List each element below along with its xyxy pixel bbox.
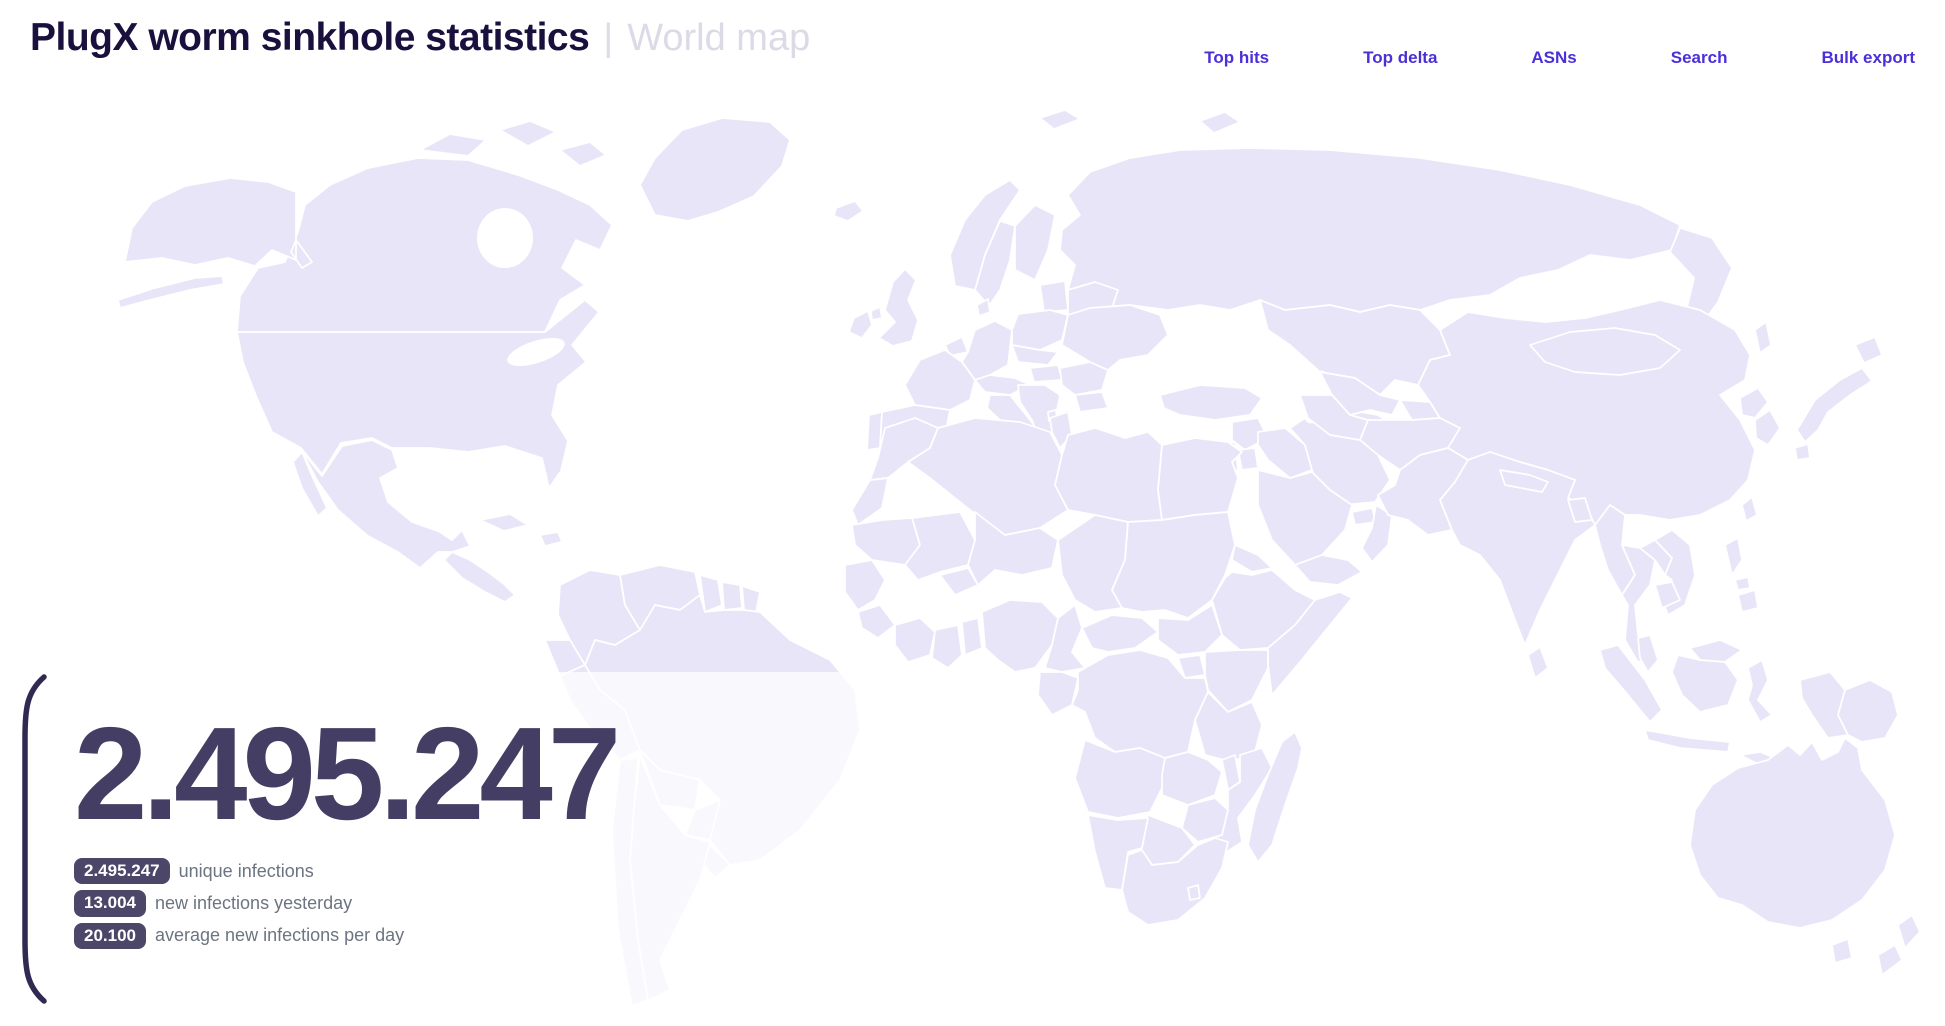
stat-value-badge: 13.004 [74,890,146,916]
stats-badge-rows: 2.495.247 unique infections 13.004 new i… [74,858,404,949]
country-senegal[interactable] [845,560,885,610]
nav-search[interactable]: Search [1671,48,1728,68]
country-novaya-zemlya[interactable] [1200,112,1240,133]
country-papua-new-guinea[interactable] [1838,680,1898,742]
title-row: PlugX worm sinkhole statistics | World m… [30,16,810,60]
nav-top-delta[interactable]: Top delta [1363,48,1437,68]
country-western-sahara[interactable] [852,478,888,525]
country-ireland[interactable] [849,311,872,338]
country-central-america[interactable] [444,552,515,602]
country-philippines[interactable] [1725,538,1758,612]
country-gabon-congo[interactable] [1038,672,1078,715]
black-sea [1159,346,1251,380]
country-lesotho[interactable] [1188,885,1200,900]
hudson-bay [477,208,533,268]
country-zimbabwe[interactable] [1182,798,1228,842]
country-finland[interactable] [1015,205,1055,280]
country-ukraine[interactable] [1062,305,1168,370]
stat-value-badge: 2.495.247 [74,858,170,884]
country-denmark[interactable] [977,299,990,316]
country-hungary[interactable] [1030,365,1062,382]
country-eritrea[interactable] [1232,545,1272,572]
nav-top-hits[interactable]: Top hits [1204,48,1269,68]
country-svalbard[interactable] [1040,110,1080,129]
header: PlugX worm sinkhole statistics | World m… [0,0,1945,86]
stat-label: new infections yesterday [155,893,352,914]
stat-label: average new infections per day [155,925,404,946]
country-iceland[interactable] [834,201,863,221]
country-poland[interactable] [1012,310,1068,350]
nav-asns[interactable]: ASNs [1531,48,1576,68]
country-ghana[interactable] [932,625,962,668]
main-nav: Top hits Top delta ASNs Search Bulk expo… [1204,48,1915,68]
country-angola[interactable] [1075,740,1165,818]
stat-row-unique-infections: 2.495.247 unique infections [74,858,404,884]
stat-row-average-per-day: 20.100 average new infections per day [74,923,404,949]
country-sierra-leone-liberia[interactable] [858,605,895,638]
country-south-korea[interactable] [1755,410,1780,445]
country-tasmania[interactable] [1832,939,1852,963]
page-subtitle: World map [627,17,810,60]
country-french-guiana[interactable] [742,586,760,612]
page-title: PlugX worm sinkhole statistics [30,16,589,60]
nav-bulk-export[interactable]: Bulk export [1821,48,1915,68]
country-turkey[interactable] [1160,385,1262,420]
country-zambia[interactable] [1162,752,1222,805]
stats-brace [20,672,50,1006]
country-hispaniola[interactable] [540,532,562,546]
country-taiwan[interactable] [1742,497,1757,521]
country-cote-divoire[interactable] [895,618,935,662]
stat-row-new-yesterday: 13.004 new infections yesterday [74,890,404,916]
country-cuba[interactable] [480,514,528,531]
country-central-african-republic[interactable] [1082,615,1158,652]
country-baltics[interactable] [1040,281,1068,312]
country-australia[interactable] [1690,738,1895,928]
country-libya[interactable] [1055,428,1162,522]
country-new-zealand[interactable] [1878,915,1920,975]
country-egypt[interactable] [1158,438,1242,520]
stat-label: unique infections [179,861,314,882]
stat-value-badge: 20.100 [74,923,146,949]
country-sakhalin[interactable] [1755,322,1771,353]
country-togo-benin[interactable] [962,618,982,655]
country-sri-lanka[interactable] [1528,647,1548,678]
country-japan[interactable] [1795,337,1882,460]
total-infections-number: 2.495.247 [74,708,616,840]
country-suriname[interactable] [722,582,742,610]
country-bulgaria[interactable] [1075,392,1108,412]
title-separator: | [603,17,613,60]
country-united-kingdom[interactable] [871,269,918,346]
country-greenland[interactable] [640,118,790,221]
country-russia[interactable] [1060,148,1680,312]
